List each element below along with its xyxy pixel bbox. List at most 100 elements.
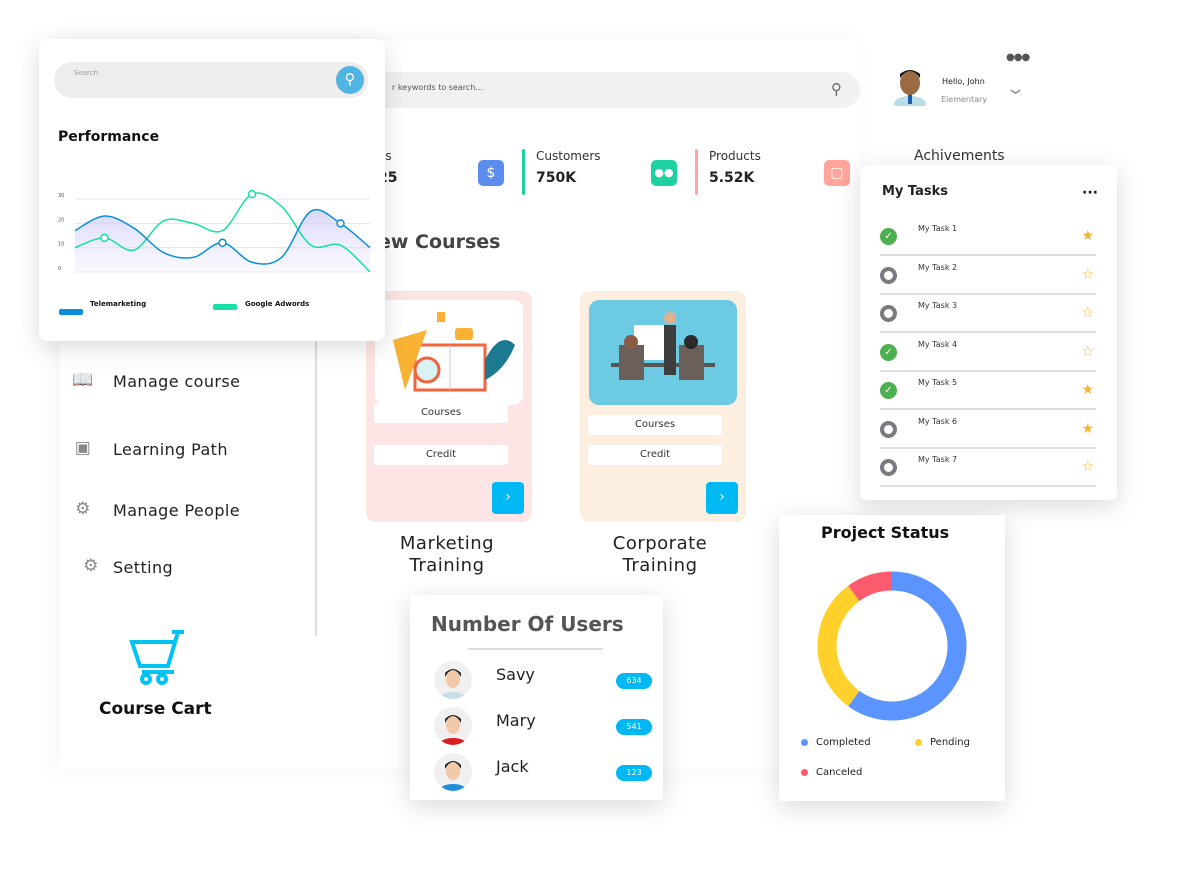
task-row[interactable]: ✓ My Task 5 ★: [880, 372, 1096, 410]
sidebar-item-setting[interactable]: ⚙ Setting: [78, 556, 173, 578]
legend-completed: Completed: [801, 737, 871, 748]
check-circle-icon[interactable]: ✓: [880, 382, 897, 399]
chevron-down-icon[interactable]: ⌄: [1005, 78, 1026, 99]
empty-circle-icon[interactable]: [880, 305, 897, 322]
legend-telemarketing: Telemarketing: [90, 300, 147, 308]
sidebar-item-label: Manage course: [113, 371, 241, 391]
courses-field: Courses: [374, 403, 508, 423]
courses-field: Courses: [588, 415, 722, 435]
task-row[interactable]: ✓ My Task 4 ☆: [880, 334, 1096, 372]
number-of-users-card: Number Of Users Savy 634 Mary 541 Jack 123: [410, 595, 663, 800]
search-icon[interactable]: ⚲: [831, 80, 842, 98]
legend-google-adwords: Google Adwords: [245, 300, 310, 308]
credit-field: Credit: [588, 445, 722, 465]
course-title-line: Marketing: [399, 533, 495, 554]
course-title-line: Training: [409, 555, 485, 576]
star-outline-icon[interactable]: ☆: [1081, 305, 1094, 321]
star-filled-icon[interactable]: ★: [1081, 228, 1094, 244]
task-label: My Task 2: [918, 262, 958, 272]
cart-icon[interactable]: [128, 628, 194, 690]
user-avatar: [434, 753, 472, 791]
empty-circle-icon[interactable]: [880, 420, 897, 438]
performance-card: Search ⚲ Performance 0 10 20 30 Telemarketi…: [39, 39, 385, 341]
more-dots-icon[interactable]: ●●●: [1006, 52, 1030, 63]
task-label: My Task 5: [918, 378, 958, 387]
task-row[interactable]: My Task 3 ☆: [880, 295, 1096, 333]
star-outline-icon[interactable]: ☆: [1081, 267, 1094, 283]
empty-circle-icon[interactable]: [880, 459, 897, 476]
legend-pending: Pending: [915, 737, 970, 748]
task-label: My Task 1: [918, 224, 958, 233]
user-avatar[interactable]: [892, 66, 928, 112]
new-courses-heading: ew Courses: [378, 231, 501, 253]
search-placeholder: r keywords to search...: [392, 83, 483, 92]
legend-label: Canceled: [816, 767, 863, 778]
check-circle-icon[interactable]: ✓: [880, 343, 897, 361]
donut-slice-pending: [817, 585, 860, 707]
stat-divider: [522, 149, 525, 195]
bag-icon: ▢: [824, 160, 850, 186]
user-count-badge: 541: [616, 719, 652, 735]
data-point-marker: [336, 219, 345, 228]
stat-label-customers: Customers: [536, 149, 601, 163]
sidebar-item-manage-course[interactable]: 📖 Manage course: [70, 370, 240, 392]
teacher-icon: ▣: [74, 438, 92, 458]
donut-slice-canceled: [848, 571, 893, 602]
legend-canceled: Canceled: [801, 767, 862, 778]
legend-swatch-telemarketing: [59, 309, 83, 315]
y-tick-label: 10: [58, 242, 64, 248]
sidebar-item-label: Setting: [113, 557, 174, 577]
course-title-corporate: Corporate Training: [570, 533, 750, 577]
task-row[interactable]: My Task 2 ☆: [880, 257, 1096, 295]
data-point-marker: [247, 189, 257, 199]
legend-dot: [801, 739, 808, 746]
star-filled-icon[interactable]: ★: [1081, 421, 1094, 437]
user-role: Elementary: [941, 95, 988, 104]
project-status-title: Project Status: [821, 523, 950, 542]
open-course-button[interactable]: ›: [492, 482, 524, 514]
gear-icon: ⚙: [83, 556, 99, 576]
sidebar-item-learning-path[interactable]: ▣ Learning Path: [70, 438, 228, 460]
people-gear-icon: ⚙: [75, 499, 91, 519]
task-label: My Task 3: [918, 301, 958, 310]
star-outline-icon[interactable]: ☆: [1081, 459, 1094, 475]
project-status-card: Project Status Completed Pending Cancele…: [779, 515, 1005, 801]
dollar-icon: $: [478, 160, 504, 186]
user-row: Jack 123: [434, 753, 654, 793]
task-row[interactable]: My Task 6 ★: [880, 411, 1096, 449]
y-tick-label: 0: [58, 266, 61, 272]
more-options-icon[interactable]: ···: [1082, 185, 1098, 201]
task-label: My Task 6: [918, 416, 958, 426]
achievements-label: Achivements: [914, 148, 1005, 164]
credit-field: Credit: [374, 445, 508, 465]
users-icon: ●●: [651, 160, 677, 186]
title-underline: [468, 648, 603, 650]
performance-chart: 0 10 20 30: [58, 189, 371, 273]
user-name: Jack: [496, 757, 529, 776]
search-input[interactable]: r keywords to search... ⚲: [360, 72, 860, 108]
sidebar-item-manage-people[interactable]: ⚙ Manage People: [70, 499, 240, 521]
project-status-donut: [817, 571, 967, 721]
sidebar-divider: [315, 340, 317, 636]
user-avatar: [434, 661, 472, 699]
course-title-marketing: Marketing Training: [357, 533, 537, 577]
task-row[interactable]: ✓ My Task 1 ★: [880, 218, 1096, 256]
course-card-marketing[interactable]: Courses Credit ›: [366, 291, 532, 522]
task-label: My Task 4: [918, 339, 958, 349]
course-cart-label[interactable]: Course Cart: [99, 699, 212, 719]
stat-value-products: 5.52K: [709, 170, 755, 186]
task-row[interactable]: My Task 7 ☆: [880, 449, 1096, 487]
user-row: Mary 541: [434, 707, 654, 747]
star-filled-icon[interactable]: ★: [1081, 382, 1094, 398]
stat-value-customers: 750K: [536, 170, 577, 186]
sidebar-item-label: Manage People: [113, 500, 240, 520]
empty-circle-icon[interactable]: [880, 266, 897, 284]
legend-label: Pending: [930, 737, 970, 748]
user-greeting: Hello, John: [942, 77, 985, 86]
check-circle-icon[interactable]: ✓: [880, 228, 897, 245]
star-outline-icon[interactable]: ☆: [1081, 344, 1094, 360]
my-tasks-card: My Tasks ··· ✓ My Task 1 ★ My Task 2 ☆ My Tas…: [860, 165, 1117, 500]
open-course-button[interactable]: ›: [706, 482, 738, 514]
stat-label-products: Products: [709, 149, 761, 163]
course-card-corporate[interactable]: Courses Credit ›: [580, 291, 746, 522]
